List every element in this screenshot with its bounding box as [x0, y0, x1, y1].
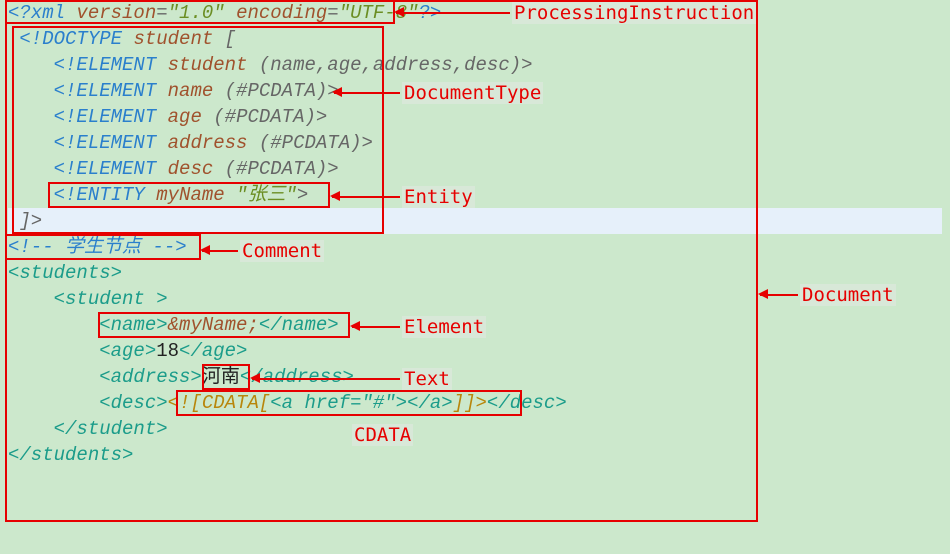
- label-cdata: CDATA: [352, 424, 413, 446]
- line-doctype-open: <!DOCTYPE student [: [8, 26, 942, 52]
- line-students-open: <students>: [8, 260, 942, 286]
- xml-decl-open: <?xml: [8, 2, 65, 24]
- label-document: Document: [800, 284, 896, 306]
- line-xml-decl: <?xml version="1.0" encoding="UTF-8"?>: [8, 0, 942, 26]
- line-students-close: </students>: [8, 442, 942, 468]
- label-text: Text: [402, 368, 452, 390]
- label-document-type: DocumentType: [402, 82, 543, 104]
- label-entity: Entity: [402, 186, 475, 208]
- line-el-student: <!ELEMENT student (name,age,address,desc…: [8, 52, 942, 78]
- line-age-el: <age>18</age>: [8, 338, 942, 364]
- line-doctype-close: ]>: [8, 208, 942, 234]
- line-comment: <!-- 学生节点 -->: [8, 234, 942, 260]
- line-desc-el: <desc><![CDATA[<a href="#"></a>]]></desc…: [8, 390, 942, 416]
- code-editor: <?xml version="1.0" encoding="UTF-8"?> <…: [0, 0, 950, 468]
- line-el-age: <!ELEMENT age (#PCDATA)>: [8, 104, 942, 130]
- line-entity: <!ENTITY myName "张三">: [8, 182, 942, 208]
- line-address-el: <address>河南</address>: [8, 364, 942, 390]
- line-el-desc: <!ELEMENT desc (#PCDATA)>: [8, 156, 942, 182]
- line-student-close: </student>: [8, 416, 942, 442]
- label-processing-instruction: ProcessingInstruction: [512, 2, 756, 24]
- label-element: Element: [402, 316, 486, 338]
- line-el-address: <!ELEMENT address (#PCDATA)>: [8, 130, 942, 156]
- label-comment: Comment: [240, 240, 324, 262]
